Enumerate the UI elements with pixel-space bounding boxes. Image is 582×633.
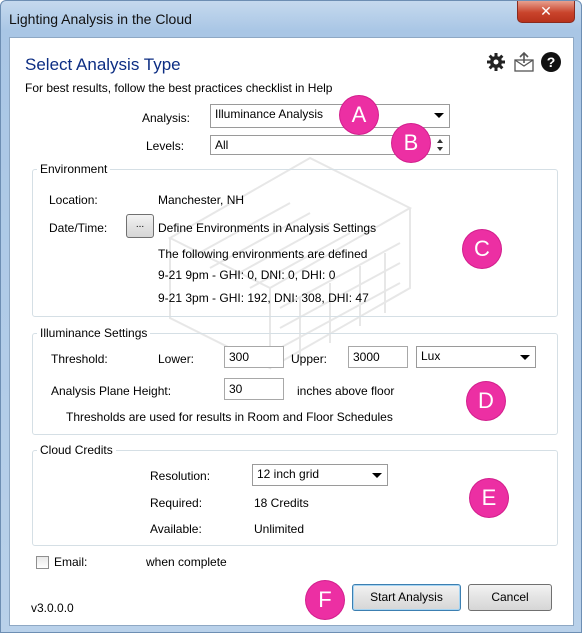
page-subtitle: For best results, follow the best practi…	[25, 81, 333, 95]
environment-line: 9-21 9pm - GHI: 0, DNI: 0, DHI: 0	[158, 268, 336, 282]
analysis-label: Analysis:	[142, 111, 191, 125]
threshold-label: Threshold:	[51, 352, 108, 366]
export-icon[interactable]	[513, 51, 535, 73]
environments-defined-header: The following environments are defined	[158, 247, 368, 261]
email-label: Email:	[54, 555, 88, 569]
available-label: Available:	[150, 522, 202, 536]
svg-text:?: ?	[547, 54, 556, 70]
close-button[interactable]: ✕	[517, 1, 575, 23]
required-label: Required:	[150, 496, 203, 510]
chevron-down-icon	[372, 473, 382, 478]
datetime-label: Date/Time:	[49, 221, 108, 235]
start-analysis-button[interactable]: Start Analysis	[352, 584, 461, 611]
plane-height-input[interactable]: 30	[224, 378, 284, 400]
chevron-down-icon	[520, 355, 530, 360]
email-suffix: when complete	[146, 555, 227, 569]
plane-height-unit: inches above floor	[297, 384, 395, 398]
required-value: 18 Credits	[254, 496, 309, 510]
lower-label: Lower:	[158, 352, 195, 366]
callout-badge-d: D	[467, 382, 505, 420]
thresholds-note: Thresholds are used for results in Room …	[66, 410, 393, 424]
dialog-body: Select Analysis Type For best results, f…	[9, 37, 574, 626]
illuminance-group-title: Illuminance Settings	[37, 326, 151, 340]
email-checkbox[interactable]	[36, 556, 49, 569]
title-bar: Lighting Analysis in the Cloud ✕	[1, 1, 581, 37]
version-label: v3.0.0.0	[31, 601, 74, 615]
cancel-button[interactable]: Cancel	[468, 584, 552, 611]
page-title: Select Analysis Type	[25, 55, 181, 74]
help-icon[interactable]: ?	[540, 51, 562, 73]
cloud-credits-group-title: Cloud Credits	[37, 443, 116, 457]
callout-badge-f: F	[306, 581, 344, 619]
gear-icon[interactable]	[485, 51, 507, 73]
chevron-down-icon	[434, 113, 444, 118]
levels-spinner[interactable]	[434, 137, 446, 153]
unit-dropdown-value: Lux	[421, 349, 441, 363]
available-value: Unlimited	[254, 522, 305, 536]
levels-label: Levels:	[146, 139, 185, 153]
unit-dropdown[interactable]: Lux	[416, 346, 536, 368]
window-title: Lighting Analysis in the Cloud	[9, 11, 192, 27]
location-value: Manchester, NH	[158, 193, 245, 207]
upper-label: Upper:	[291, 352, 328, 366]
environment-line: 9-21 3pm - GHI: 192, DNI: 308, DHI: 47	[158, 291, 369, 305]
resolution-dropdown[interactable]: 12 inch grid	[252, 464, 388, 486]
callout-badge-a: A	[340, 96, 378, 134]
environment-group-title: Environment	[37, 162, 111, 176]
levels-value: All	[215, 138, 229, 152]
callout-badge-c: C	[463, 230, 501, 268]
lower-threshold-input[interactable]: 300	[224, 346, 284, 368]
callout-badge-e: E	[470, 479, 508, 517]
callout-badge-b: B	[392, 124, 430, 162]
resolution-label: Resolution:	[150, 469, 211, 483]
plane-height-label: Analysis Plane Height:	[51, 384, 172, 398]
environment-browse-button[interactable]: ...	[126, 214, 154, 238]
location-label: Location:	[49, 193, 98, 207]
dialog-window: Lighting Analysis in the Cloud ✕ Select …	[0, 0, 582, 633]
upper-threshold-input[interactable]: 3000	[348, 346, 408, 368]
define-environments-text: Define Environments in Analysis Settings	[158, 221, 377, 235]
analysis-dropdown-value: Illuminance Analysis	[215, 107, 324, 121]
resolution-dropdown-value: 12 inch grid	[257, 467, 320, 481]
